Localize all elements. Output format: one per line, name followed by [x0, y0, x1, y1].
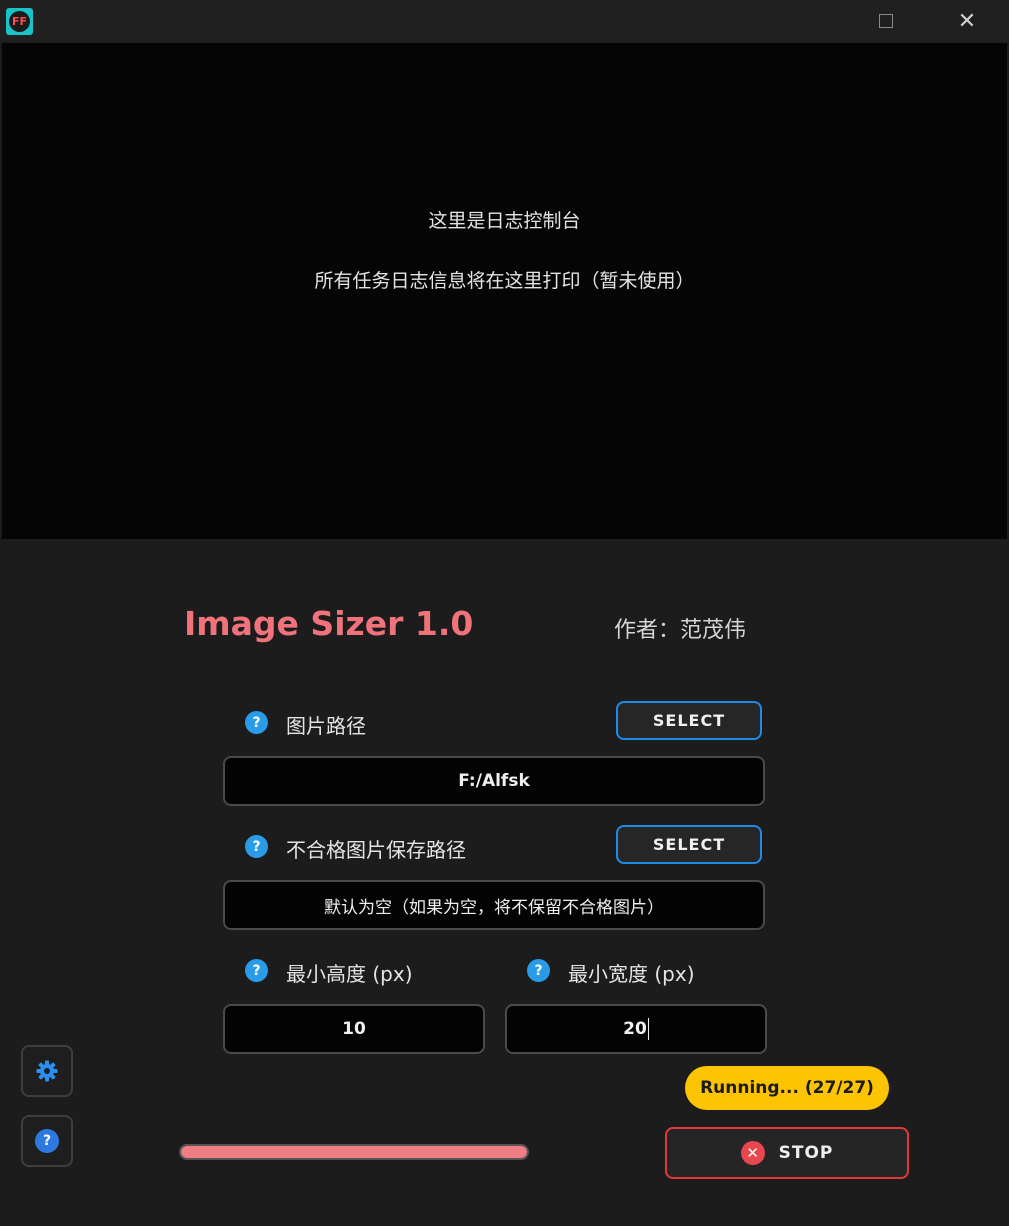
app-title: Image Sizer 1.0 [184, 604, 474, 643]
image-path-value: F:/Alfsk [458, 771, 530, 791]
image-path-input[interactable]: F:/Alfsk [223, 756, 765, 806]
stop-button[interactable]: ✕ STOP [665, 1127, 909, 1179]
text-caret [647, 1018, 649, 1040]
min-width-input[interactable]: 20 [505, 1004, 767, 1054]
reject-path-value: 默认为空（如果为空，将不保留不合格图片） [324, 897, 664, 918]
min-height-value: 10 [342, 1019, 366, 1039]
reject-path-input[interactable]: 默认为空（如果为空，将不保留不合格图片） [223, 880, 765, 930]
close-icon: ✕ [957, 8, 977, 34]
min-height-help-icon[interactable]: ? [245, 959, 268, 982]
maximize-icon [879, 14, 893, 28]
title-bar: FF ✕ [0, 0, 1009, 42]
author-label: 作者：范茂伟 [614, 618, 747, 643]
console-line-title: 这里是日志控制台 [428, 210, 581, 232]
app-logo-icon: FF [6, 8, 33, 35]
minimize-button[interactable] [816, 0, 862, 42]
image-path-help-icon[interactable]: ? [245, 711, 268, 734]
stop-label: STOP [778, 1143, 834, 1163]
close-button[interactable]: ✕ [944, 0, 990, 42]
reject-path-help-icon[interactable]: ? [245, 835, 268, 858]
console-line-info: 所有任务日志信息将在这里打印（暂未使用） [314, 270, 695, 292]
min-width-label: 最小宽度 (px) [568, 962, 695, 986]
app-logo-text: FF [9, 11, 30, 32]
min-height-label: 最小高度 (px) [286, 962, 413, 986]
status-badge: Running... (27/27) [685, 1066, 889, 1110]
help-button[interactable]: ? [21, 1115, 73, 1167]
reject-path-select-button[interactable]: SELECT [616, 825, 762, 864]
log-console: 这里是日志控制台 所有任务日志信息将在这里打印（暂未使用） [2, 43, 1007, 539]
min-width-help-icon[interactable]: ? [527, 959, 550, 982]
stop-icon: ✕ [740, 1141, 765, 1165]
gear-icon [36, 1060, 58, 1082]
progress-bar [179, 1144, 529, 1160]
image-path-label: 图片路径 [286, 714, 366, 738]
min-width-value: 20 [623, 1019, 647, 1039]
help-icon: ? [35, 1129, 59, 1153]
progress-fill [181, 1146, 527, 1158]
reject-path-label: 不合格图片保存路径 [286, 838, 466, 862]
min-height-input[interactable]: 10 [223, 1004, 485, 1054]
maximize-button[interactable] [863, 0, 909, 42]
settings-button[interactable] [21, 1045, 73, 1097]
image-path-select-button[interactable]: SELECT [616, 701, 762, 740]
